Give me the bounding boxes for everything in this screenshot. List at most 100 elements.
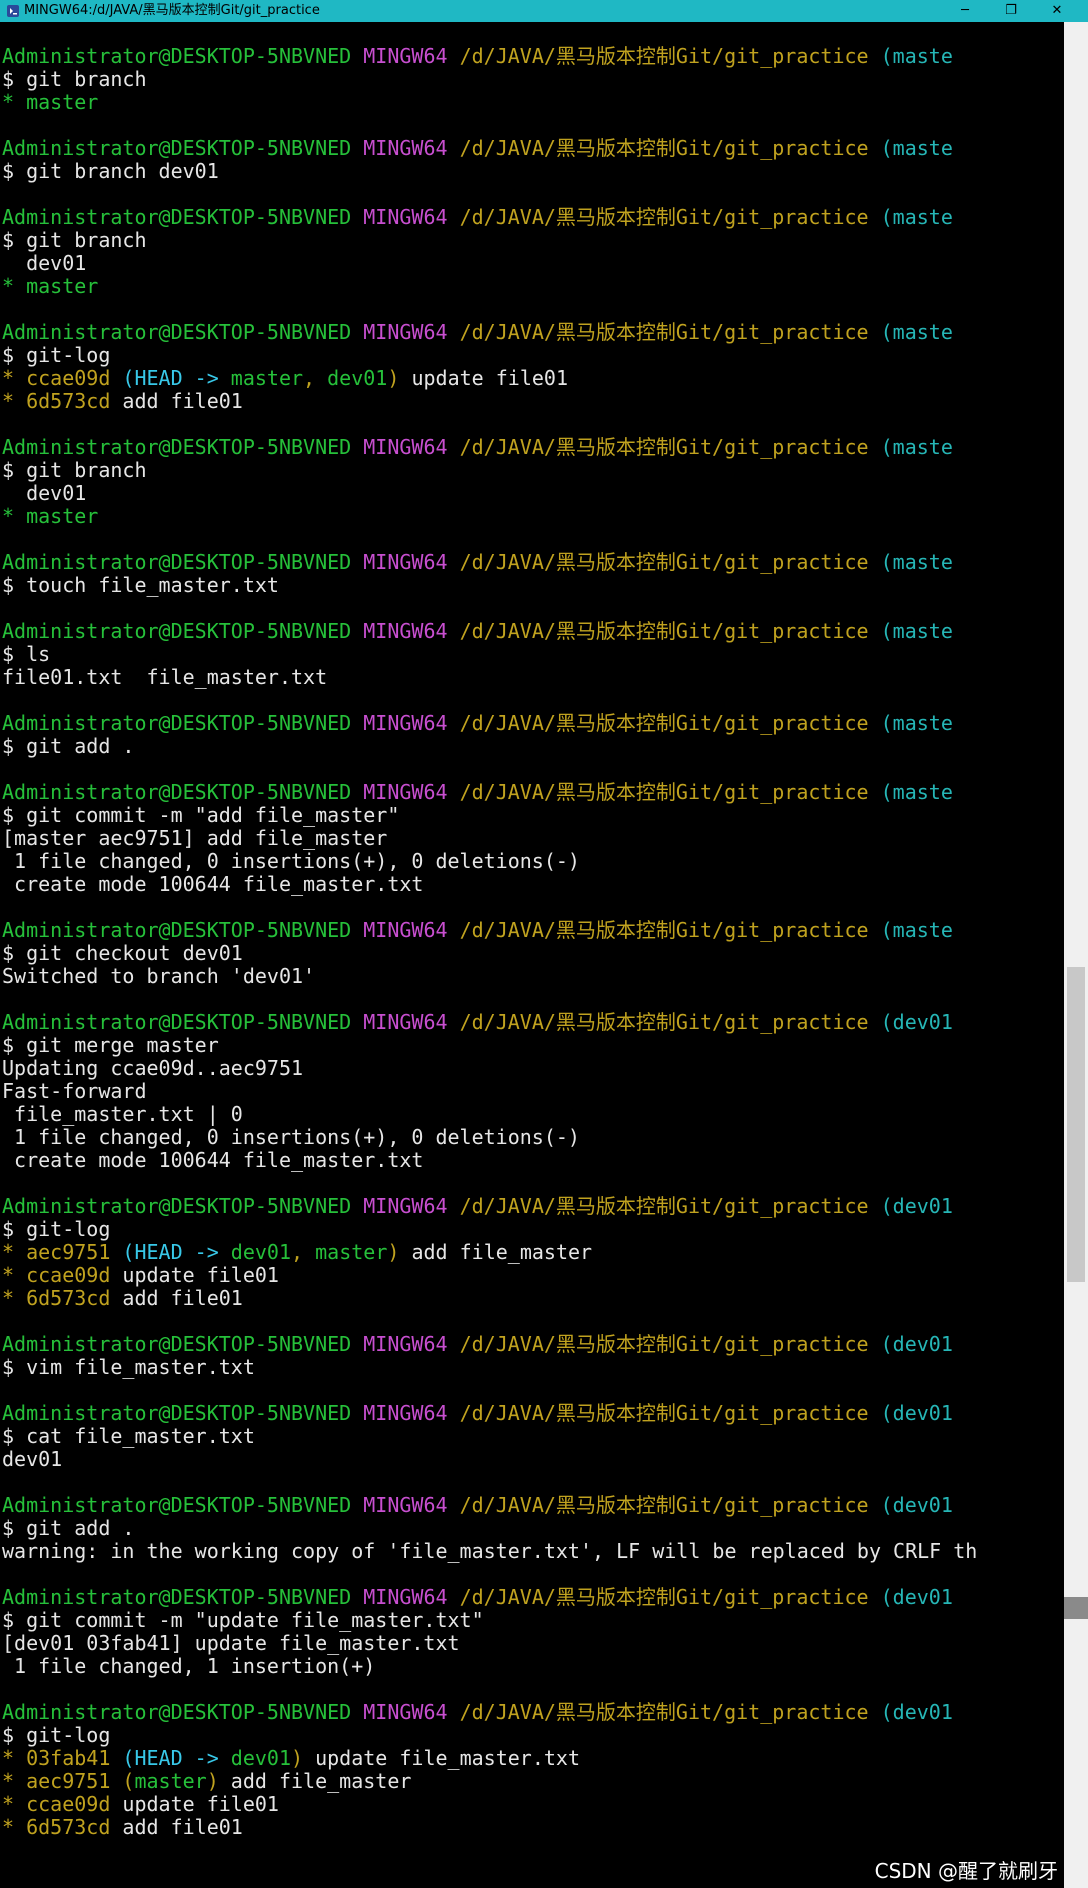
prompt-line: Administrator@DESKTOP-5NBVNED MINGW64 /d…: [0, 137, 1064, 160]
terminal-output[interactable]: Administrator@DESKTOP-5NBVNED MINGW64 /d…: [0, 22, 1064, 1888]
prompt-branch: (maste: [880, 780, 953, 804]
command-line: $ git commit -m "update file_master.txt": [2, 1608, 484, 1632]
title-bar[interactable]: MINGW64:/d/JAVA/黑马版本控制Git/git_practice ─…: [0, 0, 1088, 22]
minimize-button[interactable]: ─: [942, 0, 988, 22]
output-line: * 6d573cd add file01: [0, 390, 1064, 413]
output-line: * master: [0, 91, 1064, 114]
prompt-system: MINGW64: [363, 44, 448, 68]
output-segment: * ccae09d: [2, 1792, 111, 1816]
prompt-path: /d/JAVA/黑马版本控制Git/git_practice: [459, 1493, 869, 1517]
command-line: $ git-log: [2, 1723, 111, 1747]
output-line: [master aec9751] add file_master: [0, 827, 1064, 850]
output-segment: dev01: [327, 366, 388, 390]
prompt-path: /d/JAVA/黑马版本控制Git/git_practice: [459, 1700, 869, 1724]
output-line: 1 file changed, 0 insertions(+), 0 delet…: [0, 850, 1064, 873]
prompt-line: Administrator@DESKTOP-5NBVNED MINGW64 /d…: [0, 1586, 1064, 1609]
prompt-user: Administrator@DESKTOP-5NBVNED: [2, 550, 352, 574]
output-segment: * aec9751: [2, 1240, 123, 1264]
prompt-branch: (dev01: [880, 1700, 953, 1724]
prompt-system: MINGW64: [363, 1700, 448, 1724]
prompt-branch: (dev01: [880, 1010, 953, 1034]
output-segment: dev01: [2, 481, 87, 505]
maximize-button[interactable]: ❐: [988, 0, 1034, 22]
prompt-line: Administrator@DESKTOP-5NBVNED MINGW64 /d…: [0, 1494, 1064, 1517]
prompt-user: Administrator@DESKTOP-5NBVNED: [2, 619, 352, 643]
output-line: file_master.txt | 0: [0, 1103, 1064, 1126]
output-line: Fast-forward: [0, 1080, 1064, 1103]
output-segment: Updating ccae09d..aec9751: [2, 1056, 304, 1080]
scrollbar-thumb[interactable]: [1067, 967, 1085, 1282]
minimize-icon: ─: [961, 3, 969, 18]
output-segment: update file_master.txt: [303, 1746, 581, 1770]
output-segment: master: [134, 1769, 207, 1793]
output-segment: master: [315, 1240, 388, 1264]
prompt-user: Administrator@DESKTOP-5NBVNED: [2, 1401, 352, 1425]
prompt-branch: (dev01: [880, 1194, 953, 1218]
output-segment: (HEAD ->: [122, 1746, 231, 1770]
output-segment: 1 file changed, 0 insertions(+), 0 delet…: [2, 849, 580, 873]
prompt-path: /d/JAVA/黑马版本控制Git/git_practice: [459, 136, 869, 160]
output-segment: * master: [2, 274, 99, 298]
output-line: [dev01 03fab41] update file_master.txt: [0, 1632, 1064, 1655]
prompt-line: Administrator@DESKTOP-5NBVNED MINGW64 /d…: [0, 1011, 1064, 1034]
output-segment: create mode 100644 file_master.txt: [2, 872, 424, 896]
prompt-user: Administrator@DESKTOP-5NBVNED: [2, 320, 352, 344]
output-segment: ): [291, 1746, 304, 1770]
csdn-watermark: CSDN @醒了就刷牙: [874, 1859, 1058, 1883]
output-segment: * 6d573cd: [2, 1286, 111, 1310]
command-line: $ cat file_master.txt: [2, 1424, 255, 1448]
prompt-line: Administrator@DESKTOP-5NBVNED MINGW64 /d…: [0, 781, 1064, 804]
prompt-branch: (maste: [880, 44, 953, 68]
prompt-branch: (maste: [880, 619, 953, 643]
prompt-user: Administrator@DESKTOP-5NBVNED: [2, 1585, 352, 1609]
prompt-system: MINGW64: [363, 320, 448, 344]
output-line: warning: in the working copy of 'file_ma…: [0, 1540, 1064, 1563]
output-line: file01.txt file_master.txt: [0, 666, 1064, 689]
close-button[interactable]: ✕: [1034, 0, 1080, 22]
command-line: $ git merge master: [2, 1033, 219, 1057]
prompt-system: MINGW64: [363, 435, 448, 459]
output-segment: add file_master: [218, 1769, 412, 1793]
output-segment: ,: [303, 366, 328, 390]
output-line: * ccae09d (HEAD -> master, dev01) update…: [0, 367, 1064, 390]
output-segment: Fast-forward: [2, 1079, 147, 1103]
prompt-line: Administrator@DESKTOP-5NBVNED MINGW64 /d…: [0, 1402, 1064, 1425]
terminal-window: MINGW64:/d/JAVA/黑马版本控制Git/git_practice ─…: [0, 0, 1088, 1888]
prompt-path: /d/JAVA/黑马版本控制Git/git_practice: [459, 780, 869, 804]
output-segment: update file01: [399, 366, 568, 390]
prompt-line: Administrator@DESKTOP-5NBVNED MINGW64 /d…: [0, 1195, 1064, 1218]
prompt-line: Administrator@DESKTOP-5NBVNED MINGW64 /d…: [0, 551, 1064, 574]
output-segment: add file01: [110, 1815, 243, 1839]
prompt-branch: (dev01: [880, 1332, 953, 1356]
prompt-system: MINGW64: [363, 205, 448, 229]
prompt-system: MINGW64: [363, 1194, 448, 1218]
output-line: * 6d573cd add file01: [0, 1816, 1064, 1839]
output-line: * ccae09d update file01: [0, 1793, 1064, 1816]
command-line: $ git branch: [2, 458, 147, 482]
prompt-branch: (maste: [880, 711, 953, 735]
prompt-path: /d/JAVA/黑马版本控制Git/git_practice: [459, 205, 869, 229]
prompt-branch: (dev01: [880, 1493, 953, 1517]
output-segment: add file01: [110, 1286, 243, 1310]
prompt-path: /d/JAVA/黑马版本控制Git/git_practice: [459, 1010, 869, 1034]
prompt-line: Administrator@DESKTOP-5NBVNED MINGW64 /d…: [0, 206, 1064, 229]
output-segment: (HEAD ->: [122, 366, 231, 390]
prompt-branch: (dev01: [880, 1401, 953, 1425]
output-segment: dev01: [230, 1240, 292, 1264]
vertical-scrollbar[interactable]: [1064, 22, 1088, 1888]
output-line: 1 file changed, 1 insertion(+): [0, 1655, 1064, 1678]
prompt-system: MINGW64: [363, 711, 448, 735]
output-line: create mode 100644 file_master.txt: [0, 873, 1064, 896]
prompt-system: MINGW64: [363, 619, 448, 643]
output-segment: file_master.txt | 0: [2, 1102, 243, 1126]
output-segment: * ccae09d: [2, 366, 123, 390]
